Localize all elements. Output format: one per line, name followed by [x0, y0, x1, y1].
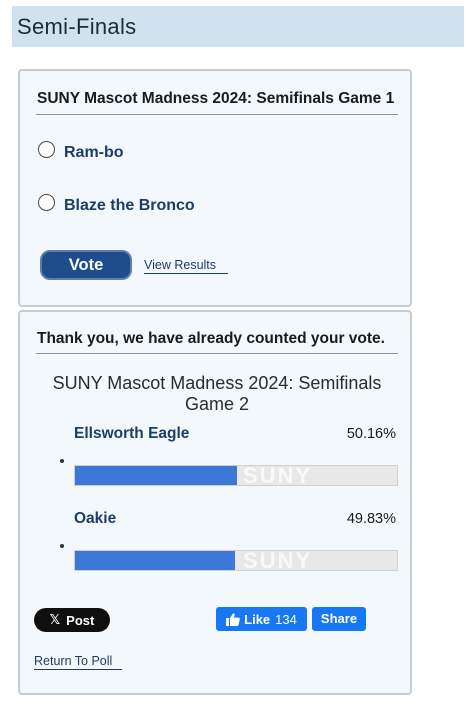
thumbs-up-icon — [226, 612, 240, 626]
result-bar-track: SUNY — [74, 550, 398, 571]
title-divider — [36, 114, 398, 115]
poll-card-game-1: SUNY Mascot Madness 2024: Semifinals Gam… — [18, 69, 412, 307]
poll-option-ram-bo[interactable]: Ram-bo — [38, 140, 124, 162]
option-label: Ram-bo — [64, 144, 124, 161]
x-post-label: Post — [66, 612, 95, 628]
result-bar-fill — [75, 551, 236, 570]
section-header: Semi-Finals — [12, 6, 464, 47]
poll-option-blaze-the-bronco[interactable]: Blaze the Bronco — [38, 193, 195, 215]
like-label: Like — [244, 611, 271, 627]
poll-card-game-2: Thank you, we have already counted your … — [18, 310, 412, 695]
results-title: SUNY Mascot Madness 2024: Semifinals Gam… — [52, 373, 382, 414]
vote-button[interactable]: Vote — [40, 250, 132, 280]
poll-title: SUNY Mascot Madness 2024: Semifinals Gam… — [37, 90, 395, 107]
radio-button[interactable] — [38, 193, 55, 211]
result-percent: 50.16% — [346, 426, 396, 442]
facebook-like-button[interactable]: Like 134 — [216, 607, 307, 631]
option-label: Blaze the Bronco — [64, 197, 195, 214]
result-bar-track: SUNY — [74, 465, 398, 486]
view-results-link[interactable]: View Results — [144, 258, 229, 274]
bar-watermark: SUNY — [243, 550, 313, 571]
x-logo-icon: 𝕏 — [49, 612, 61, 627]
x-post-button[interactable]: 𝕏 Post — [34, 608, 110, 632]
result-percent: 49.83% — [346, 511, 396, 527]
result-name-ellsworth-eagle: Ellsworth Eagle — [74, 425, 190, 442]
bar-watermark: SUNY — [243, 465, 313, 486]
return-to-poll-link[interactable]: Return To Poll — [34, 654, 123, 670]
like-count: 134 — [275, 611, 297, 627]
facebook-share-button[interactable]: Share — [312, 607, 366, 631]
bullet-dot — [60, 459, 64, 463]
result-name-oakie: Oakie — [74, 510, 117, 527]
bullet-dot — [60, 544, 64, 548]
vote-counted-notice: Thank you, we have already counted your … — [37, 330, 385, 347]
radio-button[interactable] — [38, 140, 55, 158]
notice-divider — [36, 353, 398, 354]
result-bar-fill — [75, 466, 237, 485]
